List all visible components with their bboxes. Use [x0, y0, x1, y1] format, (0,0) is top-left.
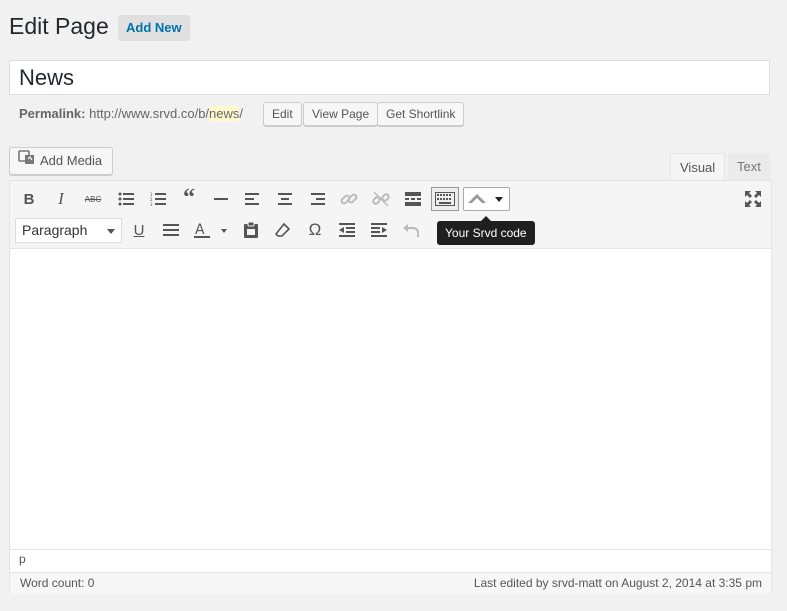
format-select[interactable]: Paragraph [15, 218, 122, 243]
underline-icon[interactable]: U [126, 218, 152, 242]
word-count: Word count: 0 [20, 576, 95, 590]
align-center-icon[interactable] [272, 187, 298, 211]
permalink-trailing: / [239, 106, 244, 121]
srvd-tooltip: Your Srvd code [437, 216, 535, 245]
outdent-icon[interactable] [334, 218, 360, 242]
undo-icon[interactable] [398, 218, 424, 242]
align-left-icon[interactable] [240, 187, 266, 211]
add-media-label: Add Media [40, 153, 103, 168]
tab-visual[interactable]: Visual [670, 153, 726, 180]
clear-formatting-icon[interactable] [270, 218, 296, 242]
tab-text[interactable]: Text [728, 153, 770, 180]
add-new-button[interactable]: Add New [118, 15, 190, 41]
srvd-dropdown-icon[interactable] [463, 187, 510, 211]
align-right-icon[interactable] [304, 187, 330, 211]
permalink-base-url[interactable]: http://www.srvd.co/b/ [89, 106, 209, 121]
indent-icon[interactable] [366, 218, 392, 242]
editor-path-bar [10, 549, 771, 572]
read-more-icon[interactable] [400, 187, 426, 211]
chevron-down-icon [107, 229, 115, 234]
last-edited: Last edited by srvd-matt on August 2, 20… [473, 576, 762, 590]
blockquote-icon[interactable]: “ [176, 185, 202, 211]
strikethrough-icon[interactable]: ABC [80, 187, 106, 211]
svg-text:A: A [195, 222, 205, 238]
permalink-slug[interactable]: news [209, 106, 240, 121]
post-title-input[interactable] [9, 60, 770, 95]
svg-text:3: 3 [150, 202, 153, 206]
numbered-list-icon[interactable]: 123 [145, 187, 171, 211]
format-select-value: Paragraph [22, 222, 88, 238]
get-shortlink-button[interactable]: Get Shortlink [377, 102, 465, 126]
editor-content-area[interactable] [10, 249, 771, 548]
view-page-button[interactable]: View Page [303, 102, 379, 126]
horizontal-rule-icon[interactable] [208, 187, 234, 211]
fullscreen-icon[interactable] [740, 187, 766, 211]
edit-permalink-button[interactable]: Edit [263, 102, 302, 126]
permalink-row: Permalink: http://www.srvd.co/b/news/ [19, 106, 243, 122]
page-title: Edit Page [9, 13, 109, 39]
special-character-icon[interactable]: Ω [302, 218, 328, 242]
media-icon [18, 148, 36, 174]
toolbar-toggle-icon[interactable] [431, 187, 459, 211]
link-icon[interactable] [336, 187, 362, 211]
add-media-button[interactable]: Add Media [9, 147, 114, 175]
bullet-list-icon[interactable] [113, 187, 139, 211]
italic-icon[interactable]: I [48, 187, 74, 211]
justify-icon[interactable] [158, 218, 184, 242]
bold-icon[interactable]: B [16, 187, 42, 211]
paste-text-icon[interactable] [238, 218, 264, 242]
text-color-icon[interactable]: A [190, 218, 234, 242]
element-path[interactable]: p [19, 552, 26, 566]
permalink-label: Permalink: [19, 106, 86, 121]
unlink-icon[interactable] [368, 187, 394, 211]
